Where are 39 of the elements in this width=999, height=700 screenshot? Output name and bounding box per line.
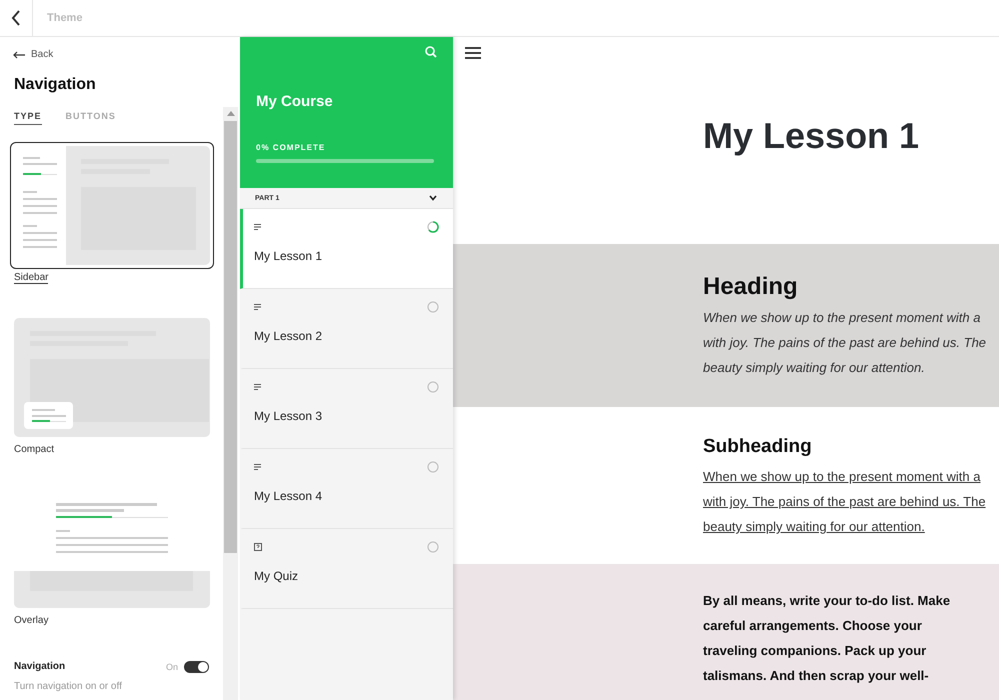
paragraph-line: talismans. And then scrap your well-: [703, 667, 930, 685]
layout-label: Compact: [14, 444, 54, 454]
lesson-item[interactable]: My Lesson 1: [240, 209, 453, 289]
block-heading: Subheading: [703, 436, 813, 458]
block-heading: Heading: [703, 273, 799, 301]
setting-description: Turn navigation on or off: [14, 680, 123, 692]
setting-label: Navigation: [14, 661, 66, 672]
back-link[interactable]: Back: [13, 49, 54, 60]
paragraph-line: careful arrangements. Choose your: [703, 617, 923, 635]
toggle-switch[interactable]: [184, 660, 209, 672]
paragraph-line: When we show up to the present moment with a: [703, 468, 982, 486]
panel-title: Theme: [47, 12, 82, 24]
scrollbar-thumb[interactable]: [224, 121, 237, 553]
paragraph-line: beauty simply waiting for our attention.: [703, 359, 926, 377]
scrollbar[interactable]: [223, 107, 238, 700]
search-icon[interactable]: [425, 46, 437, 58]
paragraph-line: traveling companions. Pack up your: [703, 642, 928, 660]
lesson-title: My Lesson 1: [703, 115, 920, 156]
menu-icon[interactable]: [465, 47, 481, 59]
arrow-left-icon: [13, 50, 26, 58]
paragraph-line: with joy. The pains of the past are behind us. The: [703, 493, 987, 511]
text-lines-icon: [254, 224, 262, 230]
layout-label: Overlay: [14, 614, 48, 626]
course-title: My Course: [256, 93, 334, 110]
tab[interactable]: TYPE: [14, 110, 42, 124]
quiz-icon: [254, 543, 262, 551]
toggle-state-text: On: [166, 662, 178, 672]
paragraph-line: By all means, write your to-do list. Make: [703, 592, 952, 610]
chevron-left-icon: [11, 10, 21, 26]
paragraph-line: beauty simply waiting for our attention.: [703, 518, 926, 536]
progress-text: 0% COMPLETE: [256, 143, 326, 152]
paragraph-line: When we show up to the present moment with a: [703, 309, 982, 327]
layout-label: Sidebar: [14, 272, 48, 284]
text-lines-icon: [254, 384, 262, 390]
scroll-up-icon[interactable]: [226, 111, 234, 116]
text-lines-icon: [254, 304, 262, 310]
paragraph-line: with joy. The pains of the past are behind us. The: [703, 334, 988, 352]
section-title: Navigation: [14, 76, 97, 94]
text-lines-icon: [254, 464, 262, 470]
